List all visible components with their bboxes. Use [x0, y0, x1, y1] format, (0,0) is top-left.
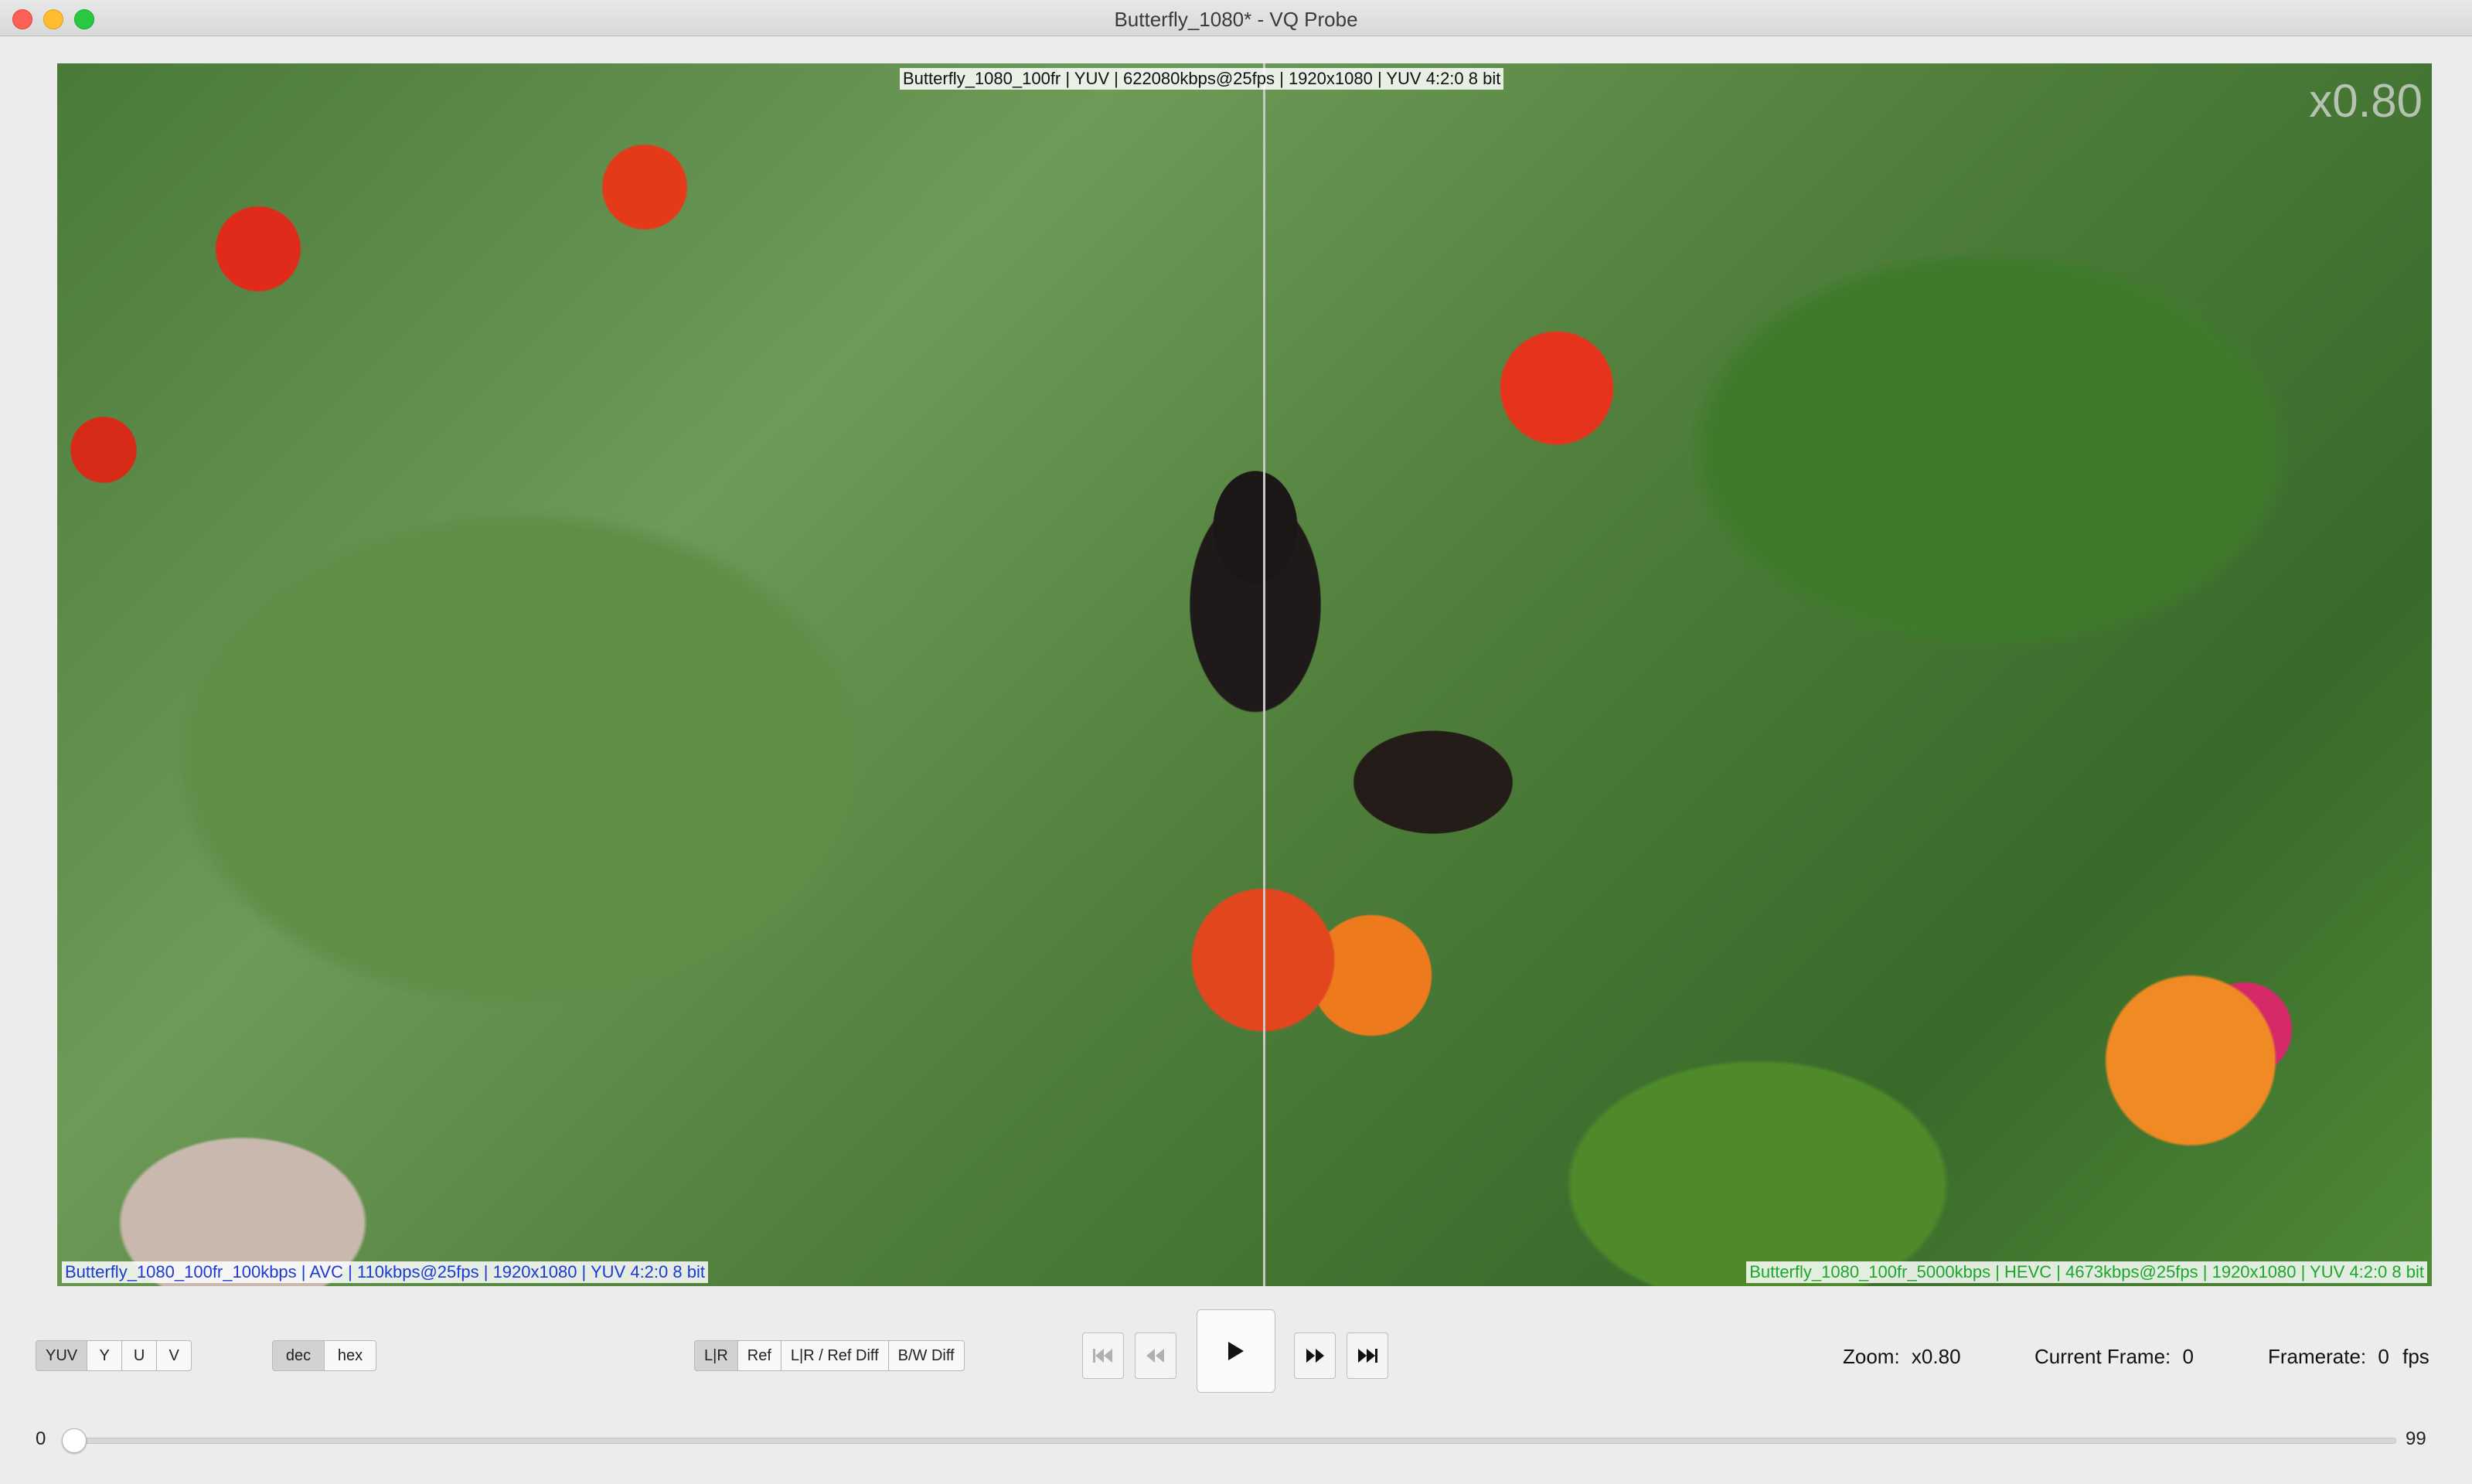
left-stream-label: Butterfly_1080_100fr_100kbps | AVC | 110… [62, 1261, 708, 1283]
channel-yuv-button[interactable]: YUV [36, 1340, 88, 1371]
title-bar: Butterfly_1080* - VQ Probe [0, 0, 2472, 36]
step-back-button[interactable] [1135, 1333, 1176, 1379]
skip-to-start-button[interactable] [1082, 1333, 1124, 1379]
zoom-value: x0.80 [1911, 1345, 1961, 1368]
view-mode-selector: L|R Ref L|R / Ref Diff B/W Diff [694, 1340, 965, 1371]
skip-to-end-button[interactable] [1347, 1333, 1388, 1379]
frame-slider-track[interactable] [73, 1438, 2396, 1444]
number-format-selector: dec hex [272, 1340, 376, 1371]
view-ref-button[interactable]: Ref [737, 1340, 781, 1371]
zoom-label: Zoom: [1843, 1345, 1900, 1368]
framerate-value: 0 [2378, 1345, 2389, 1368]
play-icon [1228, 1342, 1244, 1360]
framerate-label: Framerate: [2268, 1345, 2367, 1368]
zoom-status: Zoom: x0.80 [1843, 1345, 1961, 1369]
current-frame-status: Current Frame: 0 [2034, 1345, 2194, 1369]
channel-u-button[interactable]: U [121, 1340, 158, 1371]
skip-to-start-icon [1093, 1349, 1112, 1363]
view-lr-button[interactable]: L|R [694, 1340, 738, 1371]
framerate-unit: fps [2402, 1345, 2429, 1368]
video-viewport[interactable]: Butterfly_1080_100fr | YUV | 622080kbps@… [57, 63, 2432, 1286]
format-hex-button[interactable]: hex [324, 1340, 376, 1371]
split-divider[interactable] [1263, 63, 1265, 1286]
frame-slider-thumb[interactable] [62, 1428, 87, 1453]
channel-y-button[interactable]: Y [87, 1340, 123, 1371]
right-stream-label: Butterfly_1080_100fr_5000kbps | HEVC | 4… [1746, 1261, 2427, 1283]
format-dec-button[interactable]: dec [272, 1340, 325, 1371]
step-forward-button[interactable] [1294, 1333, 1336, 1379]
window-title: Butterfly_1080* - VQ Probe [1114, 8, 1358, 31]
slider-max-label: 99 [2406, 1428, 2426, 1449]
channel-v-button[interactable]: V [156, 1340, 192, 1371]
view-lr-ref-diff-button[interactable]: L|R / Ref Diff [780, 1340, 889, 1371]
framerate-status: Framerate: 0 fps [2268, 1345, 2429, 1369]
current-frame-value: 0 [2182, 1345, 2194, 1368]
channel-selector: YUV Y U V [36, 1340, 192, 1371]
play-button[interactable] [1197, 1309, 1275, 1393]
step-back-icon [1146, 1349, 1164, 1363]
zoom-overlay-text: x0.80 [2309, 75, 2423, 127]
skip-to-end-icon [1358, 1349, 1377, 1363]
view-bw-diff-button[interactable]: B/W Diff [887, 1340, 965, 1371]
slider-min-label: 0 [36, 1428, 46, 1449]
step-forward-icon [1306, 1349, 1324, 1363]
reference-stream-label: Butterfly_1080_100fr | YUV | 622080kbps@… [900, 68, 1504, 90]
current-frame-label: Current Frame: [2034, 1345, 2171, 1368]
